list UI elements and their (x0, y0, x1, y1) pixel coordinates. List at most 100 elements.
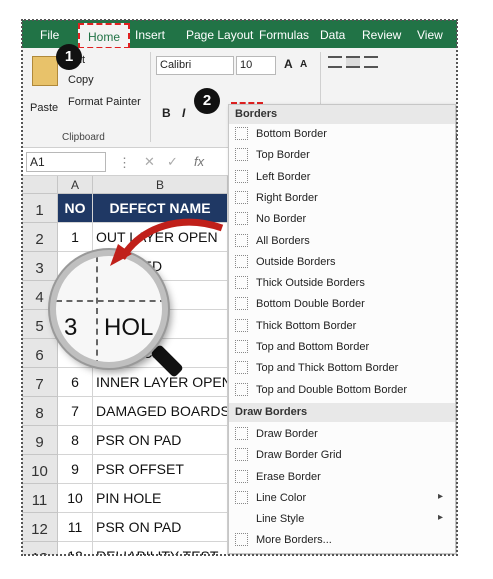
row-header[interactable]: 13 (22, 542, 58, 555)
cell-no[interactable]: 10 (58, 484, 93, 513)
magnified-cell-text: HOL (104, 314, 154, 341)
column-header-a[interactable]: A (58, 176, 93, 194)
select-all-corner[interactable] (22, 176, 58, 194)
cell-no[interactable]: 12 (58, 542, 93, 555)
cell-defect-name[interactable]: PIN HOLE (93, 484, 228, 513)
menu-item-bottom-border[interactable]: Bottom Border (229, 124, 455, 145)
cell-defect-name[interactable]: INNER LAYER OPEN (93, 368, 228, 397)
cancel-icon[interactable]: ✕ (144, 154, 155, 170)
format-painter-button[interactable]: Format Painter (68, 96, 141, 108)
menu-item-left-border[interactable]: Left Border (229, 167, 455, 188)
menu-item-outside-borders[interactable]: Outside Borders (229, 252, 455, 273)
enter-icon[interactable]: ✓ (167, 154, 178, 170)
tab-insert[interactable]: Insert (135, 28, 165, 42)
row-header[interactable]: 1 (22, 194, 58, 223)
menu-item-top-border[interactable]: Top Border (229, 145, 455, 166)
cell-defect-name[interactable]: RELIABILITY TEST (93, 542, 228, 555)
borders-dropdown-menu: Borders Bottom Border Top Border Left Bord… (228, 104, 456, 554)
cell-defect-name[interactable]: PSR ON PAD (93, 426, 228, 455)
italic-button[interactable]: I (182, 106, 185, 120)
menu-item-bottom-double-border[interactable]: Bottom Double Border (229, 294, 455, 315)
cell-defect-name[interactable]: DAMAGED BOARDS (93, 397, 228, 426)
grow-font-button[interactable]: A (284, 57, 293, 71)
copy-button[interactable]: Copy (68, 74, 94, 86)
row-header[interactable]: 12 (22, 513, 58, 542)
cell-no[interactable]: 8 (58, 426, 93, 455)
cell-no[interactable]: 11 (58, 513, 93, 542)
menu-item-line-style[interactable]: Line Style ▸ (229, 509, 455, 530)
menu-item-top-and-thick-bottom-border[interactable]: Top and Thick Bottom Border (229, 358, 455, 379)
menu-item-label: Draw Border (256, 427, 318, 440)
row-header[interactable]: 8 (22, 397, 58, 426)
arrow-icon (110, 218, 224, 266)
bold-button[interactable]: B (162, 106, 171, 120)
menu-item-label: More Borders... (256, 534, 332, 547)
thick-outside-borders-icon (235, 276, 248, 290)
row-header[interactable]: 9 (22, 426, 58, 455)
menu-item-more-borders[interactable]: More Borders... (229, 530, 455, 551)
cell-no[interactable]: 7 (58, 397, 93, 426)
cell-no[interactable]: 6 (58, 368, 93, 397)
tab-data[interactable]: Data (320, 28, 345, 42)
menu-item-label: Bottom Double Border (256, 298, 365, 311)
menu-item-top-and-bottom-border[interactable]: Top and Bottom Border (229, 337, 455, 358)
menu-section-borders: Borders (229, 105, 455, 124)
tab-view[interactable]: View (417, 28, 443, 42)
tab-formulas[interactable]: Formulas (259, 28, 309, 42)
font-size-combo[interactable]: 10 (236, 56, 276, 75)
cell-no[interactable]: NO (58, 194, 93, 223)
font-name-combo[interactable]: Calibri (156, 56, 234, 75)
tab-page-layout[interactable]: Page Layout (186, 28, 253, 42)
thick-bottom-border-icon (235, 318, 248, 332)
group-divider (150, 52, 151, 142)
top-and-double-bottom-border-icon (235, 382, 248, 396)
menu-item-no-border[interactable]: No Border (229, 209, 455, 230)
shrink-font-button[interactable]: A (300, 59, 307, 70)
cell-defect-name[interactable]: PSR OFFSET (93, 455, 228, 484)
tab-home[interactable]: Home (78, 23, 131, 49)
insert-function-button[interactable]: fx (194, 154, 204, 169)
top-border-icon (235, 148, 248, 162)
menu-item-thick-outside-borders[interactable]: Thick Outside Borders (229, 273, 455, 294)
cell-no[interactable]: 1 (58, 223, 93, 252)
menu-item-label: Line Style (256, 513, 305, 526)
align-top-icon[interactable] (328, 56, 342, 68)
menu-item-thick-bottom-border[interactable]: Thick Bottom Border (229, 316, 455, 337)
magnified-row-number: 3 (64, 314, 78, 341)
row-header[interactable]: 6 (22, 339, 58, 368)
paste-icon[interactable] (32, 56, 58, 86)
no-border-icon (235, 212, 248, 226)
eraser-icon (235, 469, 248, 483)
align-middle-icon[interactable] (346, 56, 360, 68)
step-two-badge: 2 (194, 88, 220, 114)
menu-item-label: Erase Border (256, 470, 321, 483)
align-bottom-icon[interactable] (364, 56, 378, 68)
column-header-b[interactable]: B (93, 176, 228, 194)
row-header[interactable]: 3 (22, 252, 58, 281)
row-header[interactable]: 10 (22, 455, 58, 484)
name-box[interactable]: A1 (26, 152, 106, 172)
menu-item-draw-border-grid[interactable]: Draw Border Grid (229, 445, 455, 466)
tab-file[interactable]: File (40, 28, 59, 42)
cell-defect-name[interactable]: PSR ON PAD (93, 513, 228, 542)
submenu-arrow-icon: ▸ (437, 490, 443, 502)
menu-item-right-border[interactable]: Right Border (229, 188, 455, 209)
bottom-border-icon (235, 127, 248, 140)
menu-item-erase-border[interactable]: Erase Border (229, 467, 455, 488)
row-header[interactable]: 2 (22, 223, 58, 252)
row-header[interactable]: 11 (22, 484, 58, 513)
menu-item-label: No Border (256, 213, 307, 226)
menu-item-top-and-double-bottom-border[interactable]: Top and Double Bottom Border (229, 380, 455, 401)
menu-item-label: Top Border (256, 149, 310, 162)
row-header[interactable]: 7 (22, 368, 58, 397)
draw-border-icon (235, 426, 248, 440)
menu-item-all-borders[interactable]: All Borders (229, 231, 455, 252)
menu-item-label: Thick Outside Borders (256, 277, 365, 290)
menu-item-line-color[interactable]: Line Color ▸ (229, 488, 455, 509)
menu-item-label: All Borders (256, 234, 310, 247)
cell-no[interactable]: 9 (58, 455, 93, 484)
clipboard-group-label: Clipboard (62, 132, 105, 143)
tab-review[interactable]: Review (362, 28, 401, 42)
menu-item-draw-border[interactable]: Draw Border (229, 424, 455, 445)
paste-button[interactable]: Paste (30, 102, 58, 114)
